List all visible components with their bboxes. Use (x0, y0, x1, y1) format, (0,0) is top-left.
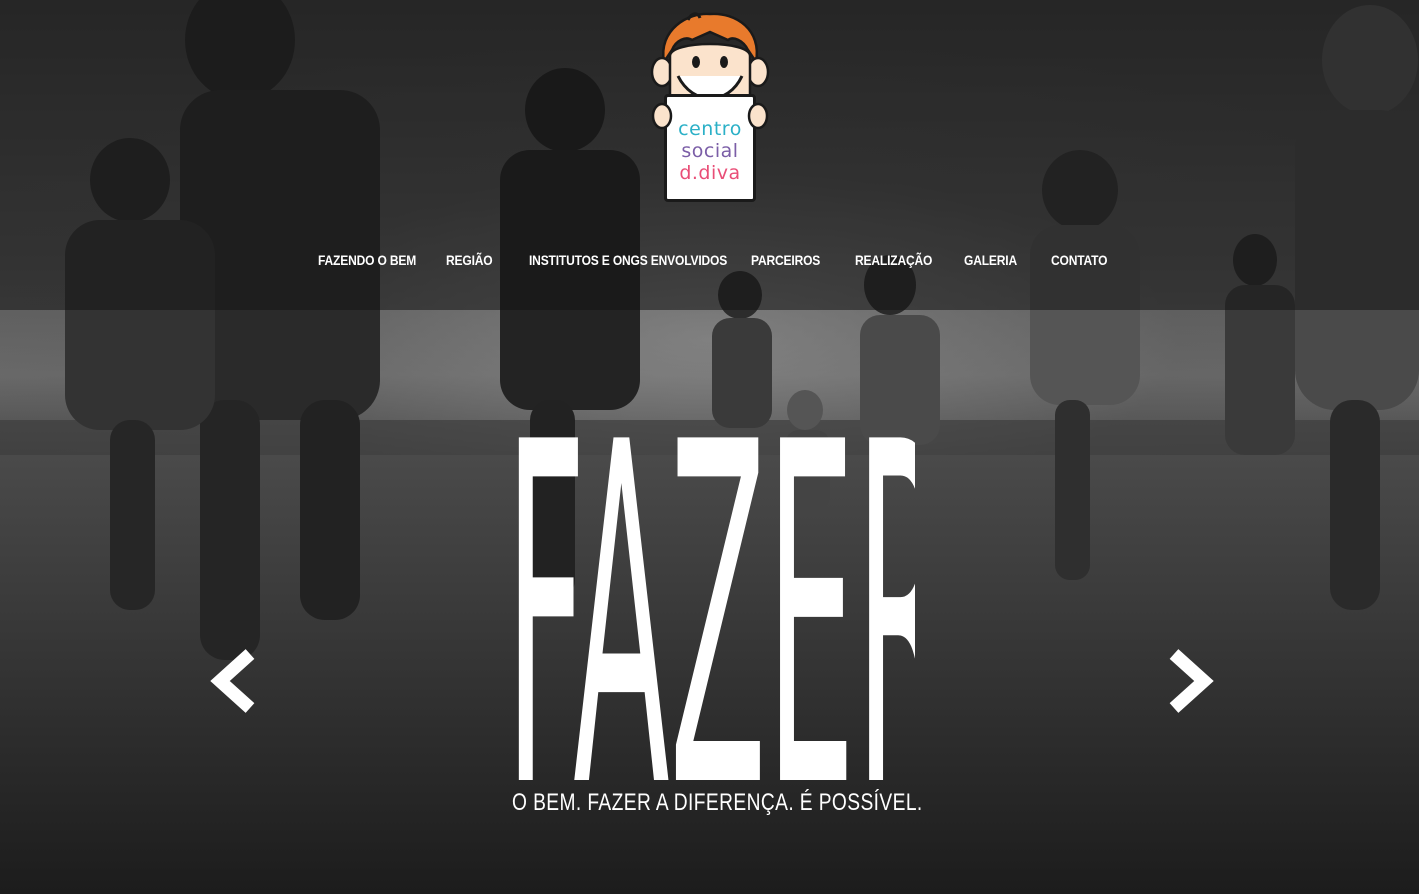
nav-item-fazendo-o-bem[interactable]: FAZENDO O BEM (318, 248, 416, 272)
nav-item-institutos[interactable]: INSTITUTOS E ONGS ENVOLVIDOS (529, 248, 727, 272)
nav-item-regiao[interactable]: REGIÃO (446, 248, 493, 272)
nav-item-realizacao[interactable]: REALIZAÇÃO (855, 248, 932, 272)
site-logo[interactable]: centro social d.diva (648, 10, 772, 202)
nav-item-galeria[interactable]: GALERIA (964, 248, 1017, 272)
nav-item-parceiros[interactable]: PARCEIROS (751, 248, 820, 272)
slider-prev-button[interactable] (206, 648, 262, 714)
hero-headline-text: FAZER (505, 418, 915, 788)
chevron-right-icon (1169, 649, 1214, 713)
hero-headline: FAZER (505, 418, 915, 788)
logo-line-3: d.diva (679, 162, 741, 184)
chevron-left-icon (210, 649, 255, 713)
main-nav: FAZENDO O BEM REGIÃO INSTITUTOS E ONGS E… (0, 248, 1419, 272)
slider-next-button[interactable] (1162, 648, 1218, 714)
logo-hands-icon (651, 102, 769, 130)
hero-tagline: O BEM. FAZER A DIFERENÇA. É POSSÍVEL. (512, 789, 923, 816)
nav-item-contato[interactable]: CONTATO (1051, 248, 1107, 272)
page: centro social d.diva FAZENDO O BEM REGIÃ… (0, 0, 1419, 894)
